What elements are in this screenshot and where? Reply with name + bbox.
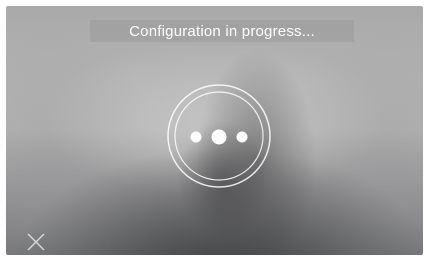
loading-dots-icon: [166, 83, 272, 189]
configuration-screen: Configuration in progress...: [6, 6, 423, 255]
close-icon[interactable]: [26, 232, 46, 252]
dot-right: [236, 131, 248, 143]
status-message: Configuration in progress...: [129, 22, 315, 40]
status-banner: Configuration in progress...: [90, 20, 354, 42]
close-button[interactable]: [26, 232, 46, 252]
dot-left: [190, 131, 202, 143]
dot-center: [211, 129, 227, 145]
